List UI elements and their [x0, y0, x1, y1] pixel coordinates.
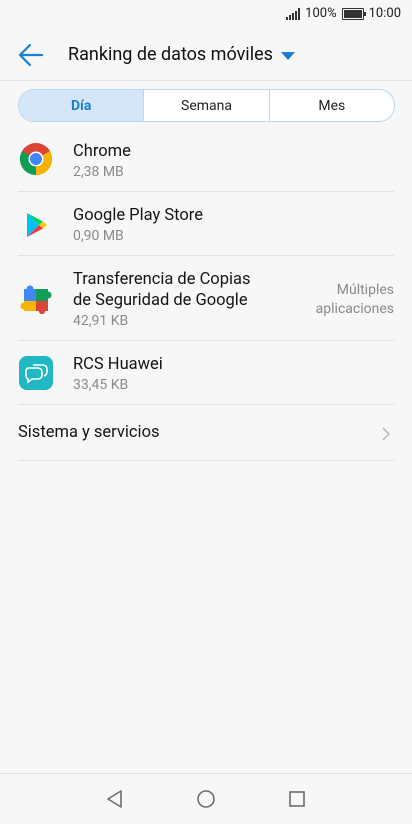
back-nav-icon[interactable] [104, 788, 126, 810]
tab-mes[interactable]: Mes [268, 90, 394, 121]
recents-nav-icon[interactable] [286, 788, 308, 810]
app-name: Chrome [73, 142, 131, 161]
app-data-size: 0,90 MB [73, 228, 124, 244]
multiple-apps-note-line2: aplicaciones [315, 301, 394, 317]
app-name-line2: de Seguridad de Google [73, 291, 248, 310]
play-store-icon [27, 213, 47, 237]
list-item-google-backup[interactable]: Transferencia de Copias de Seguridad de … [0, 256, 412, 341]
app-name-line1: Transferencia de Copias [73, 270, 251, 289]
status-bar: 100% 10:00 [0, 0, 412, 30]
app-name: RCS Huawei [73, 355, 163, 374]
app-data-size: 2,38 MB [73, 164, 124, 180]
header-divider [0, 80, 412, 81]
chrome-icon [19, 143, 53, 176]
app-header: Ranking de datos móviles [0, 30, 412, 80]
app-data-size: 33,45 KB [73, 377, 129, 393]
clock: 10:00 [368, 6, 401, 21]
period-tabs: Día Semana Mes [18, 89, 395, 122]
back-arrow-icon[interactable] [18, 42, 44, 68]
app-name: Google Play Store [73, 206, 203, 225]
multiple-apps-note-line1: Múltiples [336, 282, 394, 298]
chevron-right-icon [382, 427, 390, 441]
google-services-icon [20, 285, 52, 314]
list-item-play-store[interactable]: Google Play Store 0,90 MB [0, 192, 412, 256]
dropdown-caret-icon[interactable] [281, 52, 295, 60]
battery-percent: 100% [305, 6, 337, 21]
list-item-rcs-huawei[interactable]: RCS Huawei 33,45 KB [0, 341, 412, 405]
app-usage-list: Chrome 2,38 MB Google Play Store 0,90 MB… [0, 128, 412, 461]
rcs-icon [19, 356, 53, 390]
tab-dia[interactable]: Día [19, 90, 144, 121]
tab-semana[interactable]: Semana [143, 90, 268, 121]
home-nav-icon[interactable] [195, 788, 217, 810]
list-item-chrome[interactable]: Chrome 2,38 MB [0, 128, 412, 192]
system-services-item[interactable]: Sistema y servicios [0, 405, 412, 461]
system-nav-bar [0, 773, 412, 824]
system-services-label: Sistema y servicios [18, 423, 160, 442]
battery-icon [341, 7, 366, 20]
signal-icon [286, 7, 301, 20]
app-data-size: 42,91 KB [73, 313, 129, 329]
page-title: Ranking de datos móviles [68, 44, 273, 65]
